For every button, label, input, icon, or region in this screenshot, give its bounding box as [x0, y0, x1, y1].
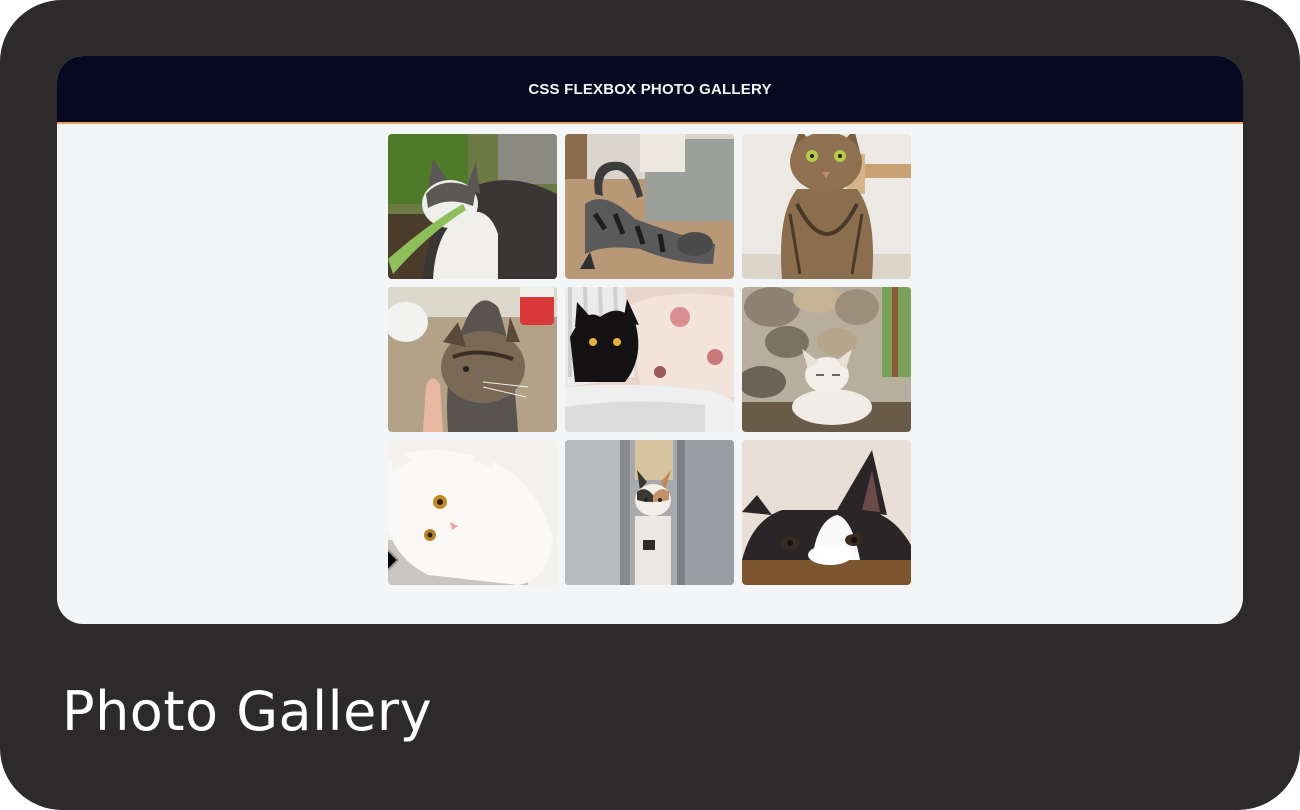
photo-icon — [742, 134, 911, 279]
page-title: CSS FLEXBOX PHOTO GALLERY — [528, 80, 772, 98]
slide-caption: Photo Gallery — [62, 680, 433, 743]
photo-icon — [388, 440, 557, 585]
gallery-photo-6[interactable] — [742, 287, 911, 432]
photo-gallery — [388, 134, 912, 585]
page-header: CSS FLEXBOX PHOTO GALLERY — [57, 56, 1243, 124]
gallery-photo-5[interactable] — [565, 287, 734, 432]
gallery-photo-9[interactable] — [742, 440, 911, 585]
slide-card: CSS FLEXBOX PHOTO GALLERY Photo Gallery — [0, 0, 1300, 810]
photo-icon — [388, 287, 557, 432]
photo-icon — [565, 287, 734, 432]
gallery-photo-2[interactable] — [565, 134, 734, 279]
gallery-photo-7[interactable] — [388, 440, 557, 585]
photo-icon — [565, 134, 734, 279]
gallery-photo-4[interactable] — [388, 287, 557, 432]
gallery-photo-1[interactable] — [388, 134, 557, 279]
photo-icon — [742, 440, 911, 585]
gallery-photo-3[interactable] — [742, 134, 911, 279]
photo-icon — [565, 440, 734, 585]
gallery-photo-8[interactable] — [565, 440, 734, 585]
browser-window: CSS FLEXBOX PHOTO GALLERY — [57, 56, 1243, 624]
photo-icon — [742, 287, 911, 432]
photo-icon — [388, 134, 557, 279]
